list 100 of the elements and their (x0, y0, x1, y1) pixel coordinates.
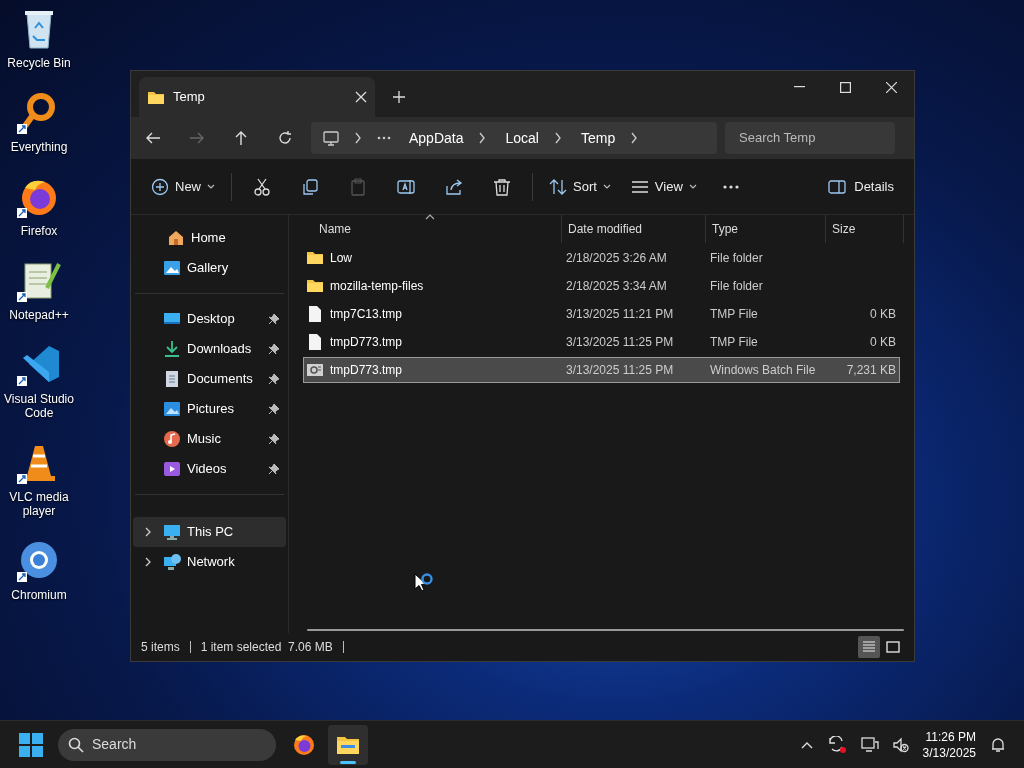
search-placeholder: Search (92, 735, 137, 754)
desktop-icon-label[interactable]: VLC media player (0, 490, 78, 518)
new-tab-icon[interactable] (393, 91, 405, 103)
clock[interactable]: 11:26 PM 3/13/2025 (922, 728, 976, 761)
chevron-right-icon[interactable] (143, 527, 153, 537)
desktop-icon-label[interactable]: Everything (0, 140, 78, 154)
sidebar-item[interactable]: Downloads (133, 334, 286, 364)
sidebar-item[interactable]: Documents (133, 364, 286, 394)
file-icon (306, 333, 324, 351)
house-icon (167, 229, 185, 247)
address-bar[interactable]: AppData Local Temp (311, 122, 717, 154)
computer-icon (163, 523, 181, 541)
file-name: tmpD773.tmp (330, 362, 403, 379)
taskbar-search-field[interactable]: Search (58, 728, 276, 761)
details-view-button[interactable] (858, 636, 880, 658)
sidebar-item[interactable]: Music (133, 424, 286, 454)
file-row[interactable]: mozilla-temp-files 2/18/2025 3:34 AM File folder (303, 273, 900, 299)
scissors-icon (253, 177, 271, 196)
file-name: mozilla-temp-files (330, 278, 424, 295)
breadcrumb-link[interactable]: Temp (580, 127, 616, 149)
scrollbar[interactable] (307, 629, 904, 631)
caret-icon (602, 184, 611, 189)
document-icon (163, 370, 181, 388)
monitor-icon[interactable] (323, 130, 339, 146)
column-header[interactable]: Size (825, 215, 903, 243)
caret-icon (207, 184, 215, 189)
sidebar-item[interactable]: Desktop (133, 304, 286, 334)
column-header[interactable]: Name (313, 215, 561, 243)
folder-icon (306, 249, 324, 267)
file-row[interactable]: Low 2/18/2025 3:26 AM File folder (303, 245, 900, 271)
video-icon (163, 460, 181, 478)
breadcrumb-link[interactable]: AppData (409, 127, 464, 149)
search-placeholder: Search Temp (739, 129, 816, 148)
file-row[interactable]: tmpD773.tmp 3/13/2025 11:25 PM Windows Batch File 7,231 KB (303, 357, 900, 383)
desktop-icon-label[interactable]: Visual Studio Code (0, 392, 78, 420)
file-row[interactable]: tmpD773.tmp 3/13/2025 11:25 PM TMP File 0 KB (303, 329, 900, 355)
file-name: tmpD773.tmp (330, 334, 403, 351)
folder-icon (306, 277, 324, 295)
sort-icon (549, 177, 567, 196)
firefox-icon (292, 732, 316, 757)
view-button[interactable]: View (620, 168, 707, 205)
chevron-up-icon[interactable] (800, 740, 813, 749)
details-pane-icon (828, 179, 847, 194)
file-icon (306, 305, 324, 323)
new-button[interactable]: New (141, 168, 225, 205)
rename-icon (397, 177, 415, 196)
copy-icon (301, 177, 319, 196)
forward-icon[interactable] (189, 130, 205, 146)
refresh-icon[interactable] (277, 130, 293, 146)
type-cell: File folder (710, 251, 763, 265)
desktop-icon-label[interactable]: Chromium (0, 588, 78, 602)
type-cell: TMP File (710, 307, 758, 321)
desktop-icon-label[interactable]: Firefox (0, 224, 78, 238)
share-icon (445, 177, 463, 196)
download-arrow-icon (163, 340, 181, 358)
notification-bell-icon[interactable] (990, 736, 1006, 753)
size-cell-text: 7,231 KB (846, 362, 896, 379)
breadcrumb-link[interactable]: Local (505, 127, 539, 149)
status-text: 1 item selected 7.06 MB (200, 639, 333, 656)
chevron-right-icon[interactable] (143, 557, 153, 567)
close-tab-icon[interactable] (355, 91, 367, 103)
sidebar-item[interactable]: Pictures (133, 394, 286, 424)
network-status-icon[interactable] (860, 736, 879, 753)
details-button[interactable]: Details (818, 168, 904, 205)
file-name: Low (330, 250, 352, 267)
volume-muted-icon[interactable] (892, 736, 909, 753)
sidebar-item[interactable]: Network (133, 547, 286, 577)
up-icon[interactable] (233, 130, 249, 146)
sidebar-item[interactable]: Home (137, 223, 286, 253)
tab-title: Temp (173, 88, 206, 107)
date-cell: 2/18/2025 3:26 AM (566, 251, 667, 265)
more-icon (721, 184, 740, 189)
plus-circle-icon (151, 177, 169, 196)
chevron-right-icon[interactable] (353, 132, 363, 144)
music-note-icon (163, 430, 181, 448)
taskbar-app-button[interactable] (328, 724, 368, 765)
file-name: tmp7C13.tmp (330, 306, 403, 323)
date-cell: 2/18/2025 3:34 AM (566, 279, 667, 293)
sidebar-item[interactable]: This PC (133, 517, 286, 547)
type-cell: TMP File (710, 335, 758, 349)
status-text: 5 items (141, 639, 180, 656)
start-icon[interactable] (18, 731, 44, 758)
back-icon[interactable] (145, 130, 161, 146)
file-row[interactable]: tmp7C13.tmp 3/13/2025 11:21 PM TMP File 0 KB (303, 301, 900, 327)
folder-icon (147, 89, 165, 105)
picture-icon (163, 400, 181, 418)
gear-file-icon (306, 361, 324, 379)
desktop-icon-label[interactable]: Recycle Bin (0, 56, 78, 70)
sort-button[interactable]: Sort (539, 168, 621, 205)
search-field[interactable]: Search Temp (725, 122, 895, 154)
tab[interactable]: Temp (139, 77, 375, 117)
column-header[interactable]: Date modified (561, 215, 705, 243)
sync-icon[interactable] (826, 735, 847, 754)
column-header[interactable]: Type (705, 215, 825, 243)
sidebar-item[interactable]: Videos (133, 454, 286, 484)
desktop-icon-label[interactable]: Notepad++ (0, 308, 78, 322)
date-cell: 3/13/2025 11:21 PM (566, 307, 674, 321)
more-icon[interactable] (377, 136, 391, 140)
list-lines-icon (862, 641, 876, 653)
sidebar-item[interactable]: Gallery (133, 253, 286, 283)
